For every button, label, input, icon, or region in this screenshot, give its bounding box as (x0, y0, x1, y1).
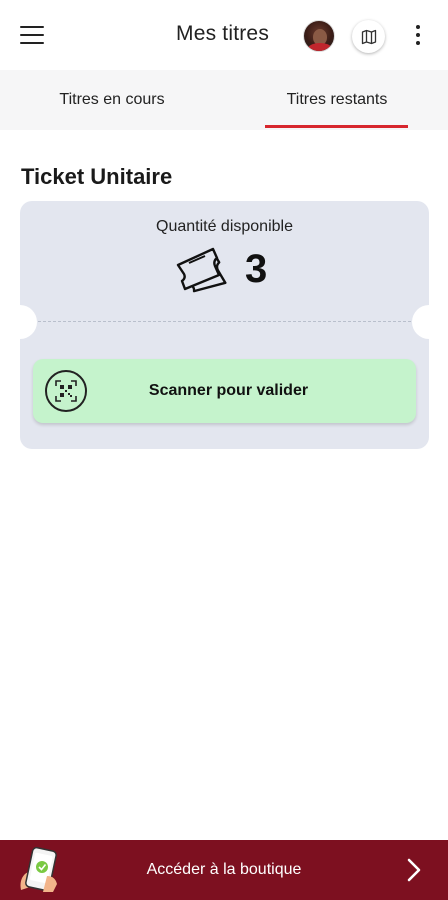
section-title: Ticket Unitaire (21, 164, 173, 189)
app-bar: Mes titres (0, 0, 448, 70)
ticket-perforation (38, 321, 411, 322)
quantity-value: 3 (245, 247, 268, 291)
more-vertical-icon[interactable] (408, 22, 428, 48)
tab-titres-en-cours[interactable]: Titres en cours (0, 70, 224, 130)
scan-to-validate-button[interactable]: Scanner pour valider (33, 359, 416, 423)
map-button[interactable] (352, 20, 385, 53)
shop-footer-button[interactable]: Accéder à la boutique (0, 840, 448, 900)
ticket-notch-right (412, 305, 446, 339)
tab-bar: Titres en cours Titres restants (0, 70, 448, 130)
chevron-right-icon (407, 858, 421, 882)
map-icon (361, 29, 376, 44)
hamburger-menu-icon[interactable] (20, 22, 50, 48)
scan-button-label: Scanner pour valider (148, 382, 309, 399)
user-avatar[interactable] (303, 20, 335, 52)
ticket-card: Quantité disponible 3 Scanner pour valid… (3, 201, 446, 449)
shop-footer-label: Accéder à la boutique (146, 861, 302, 878)
quantity-label: Quantité disponible (156, 218, 293, 235)
active-tab-indicator (265, 125, 408, 128)
ticket-notch-left (3, 305, 37, 339)
tab-titres-restants[interactable]: Titres restants (262, 70, 412, 130)
page-title: Mes titres (176, 22, 270, 45)
tickets-icon (176, 247, 227, 293)
